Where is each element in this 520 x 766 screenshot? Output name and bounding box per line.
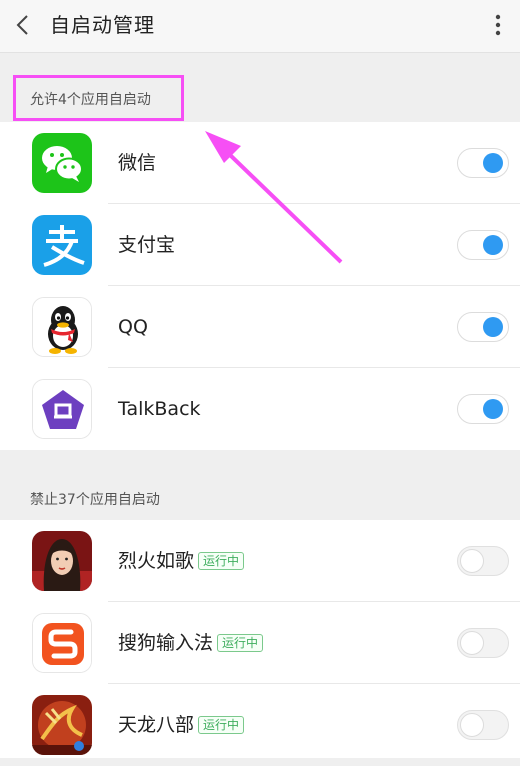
tianlong-babu-icon (32, 695, 92, 755)
list-item-tianlong-babu[interactable]: 天龙八部 运行中 (0, 684, 520, 766)
top-app-bar: 自启动管理 (0, 0, 520, 53)
list-item-wechat[interactable]: 微信 (0, 122, 520, 204)
page-title: 自启动管理 (50, 13, 155, 37)
app-name-text: 搜狗输入法 (118, 632, 214, 654)
toggle-knob (483, 317, 503, 337)
list-item-talkback[interactable]: TalkBack (0, 368, 520, 450)
autostart-toggle-sogou-input[interactable] (457, 628, 509, 658)
app-name: 烈火如歌 运行中 (118, 547, 245, 575)
sogou-input-icon (32, 613, 92, 673)
alipay-icon (32, 215, 92, 275)
toggle-knob (483, 399, 503, 419)
liehuo-rug-icon (32, 531, 92, 591)
autostart-toggle-tianlong-babu[interactable] (457, 710, 509, 740)
chevron-left-icon[interactable] (12, 12, 34, 38)
toggle-knob (460, 713, 484, 737)
app-name-text: 烈火如歌 (118, 550, 195, 572)
autostart-toggle-alipay[interactable] (457, 230, 509, 260)
list-item-sogou-input[interactable]: 搜狗输入法 运行中 (0, 602, 520, 684)
wechat-icon (32, 133, 92, 193)
talkback-icon (32, 379, 92, 439)
list-item-liehuo-ruge[interactable]: 烈火如歌 运行中 (0, 520, 520, 602)
app-name: 天龙八部 运行中 (118, 711, 245, 739)
list-item-alipay[interactable]: 支付宝 (0, 204, 520, 286)
blocked-section-label: 禁止37个应用自启动 (30, 492, 160, 508)
toggle-knob (483, 153, 503, 173)
autostart-toggle-wechat[interactable] (457, 148, 509, 178)
app-name: QQ (118, 316, 148, 338)
autostart-toggle-talkback[interactable] (457, 394, 509, 424)
qq-icon (32, 297, 92, 357)
running-badge: 运行中 (217, 634, 264, 652)
toggle-knob (460, 631, 484, 655)
app-name-text: 天龙八部 (118, 714, 195, 736)
app-name: TalkBack (118, 398, 201, 420)
blocked-app-list: 烈火如歌 运行中 搜狗输入法 运行中 天龙八部 运行中 (0, 520, 520, 758)
running-badge: 运行中 (198, 552, 245, 570)
autostart-toggle-qq[interactable] (457, 312, 509, 342)
app-name: 搜狗输入法 运行中 (118, 629, 264, 657)
autostart-toggle-liehuo-ruge[interactable] (457, 546, 509, 576)
toggle-knob (460, 549, 484, 573)
allowed-app-list: 微信 支付宝 QQ TalkBack (0, 122, 520, 450)
running-badge: 运行中 (198, 716, 245, 734)
more-vertical-icon[interactable] (489, 10, 507, 40)
list-item-qq[interactable]: QQ (0, 286, 520, 368)
app-name: 支付宝 (118, 234, 176, 256)
toggle-knob (483, 235, 503, 255)
app-name: 微信 (118, 152, 157, 174)
annotation-highlight-box (13, 75, 184, 121)
